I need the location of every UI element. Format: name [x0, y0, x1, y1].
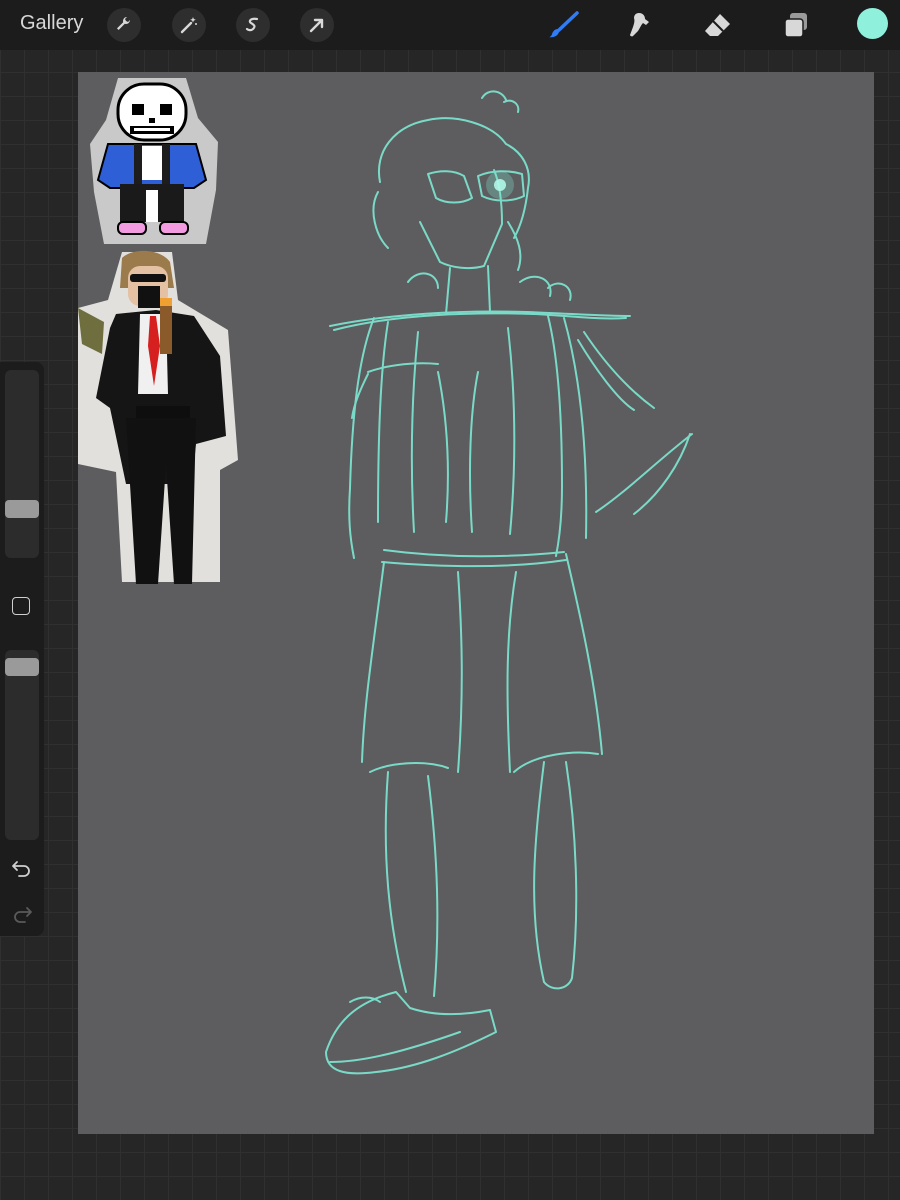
selection-icon [245, 17, 259, 32]
undo-icon[interactable] [10, 858, 34, 878]
color-swatch-button[interactable] [857, 8, 888, 39]
eraser-icon [705, 14, 730, 36]
layers-button[interactable] [778, 8, 814, 42]
opacity-slider-thumb[interactable] [5, 658, 39, 676]
transform-button[interactable] [300, 8, 334, 42]
drawing-canvas[interactable] [78, 72, 874, 1134]
selection-button[interactable] [236, 8, 270, 42]
transform-arrow-icon [309, 18, 324, 33]
brush-size-slider[interactable] [5, 370, 39, 558]
adjustments-button[interactable] [172, 8, 206, 42]
character-sketch [325, 90, 693, 1075]
brush-icon [549, 11, 579, 38]
left-sidebar [0, 362, 44, 936]
brush-tool-button[interactable] [546, 8, 582, 42]
magic-wand-icon [180, 17, 197, 34]
opacity-slider[interactable] [5, 650, 39, 840]
eraser-tool-button[interactable] [700, 8, 736, 42]
brush-size-slider-thumb[interactable] [5, 500, 39, 518]
wrench-icon [117, 17, 130, 30]
redo-icon[interactable] [10, 904, 34, 924]
modify-button[interactable] [12, 597, 30, 615]
layers-icon [784, 13, 807, 38]
actions-button[interactable] [107, 8, 141, 42]
smudge-icon [630, 13, 649, 37]
gallery-button[interactable]: Gallery [20, 12, 83, 35]
top-toolbar: Gallery [0, 0, 900, 50]
smudge-tool-button[interactable] [622, 8, 658, 42]
